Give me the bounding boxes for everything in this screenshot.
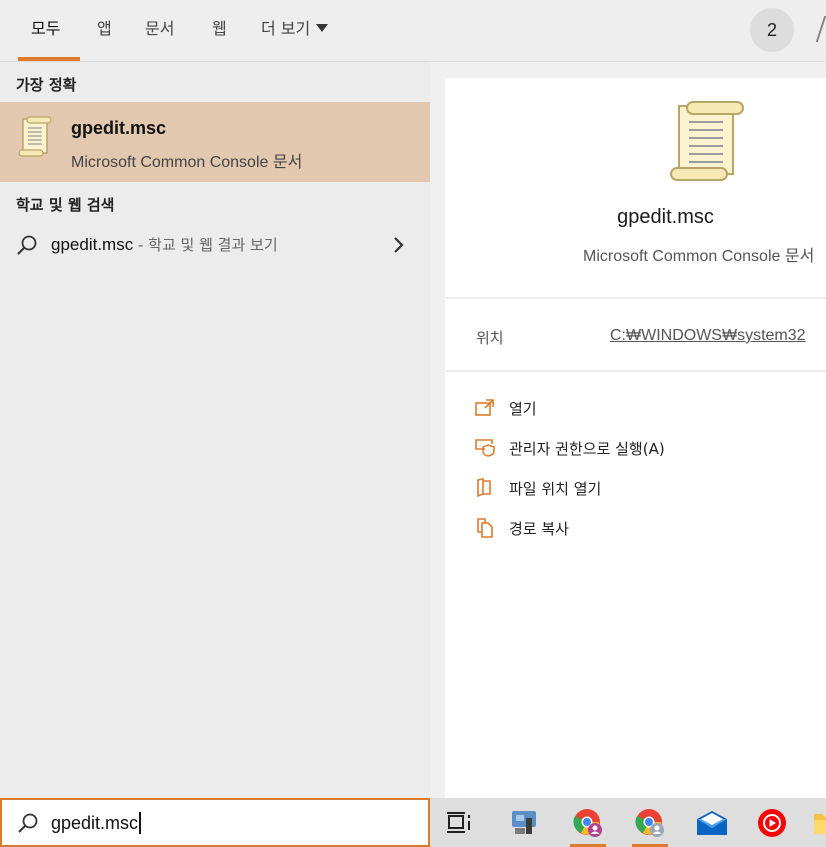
profile-icon[interactable] xyxy=(815,16,826,42)
chrome-icon xyxy=(635,808,664,837)
taskbar-chrome-1[interactable] xyxy=(564,798,612,847)
network-app-icon xyxy=(512,810,536,834)
console-document-icon xyxy=(17,116,53,163)
best-match-subtitle: Microsoft Common Console 문서 xyxy=(71,154,303,171)
search-icon xyxy=(17,812,39,839)
folder-icon xyxy=(814,813,826,834)
location-link[interactable]: C:₩WINDOWS₩system32 xyxy=(610,327,806,345)
best-match-item[interactable]: gpedit.msc Microsoft Common Console 문서 xyxy=(0,102,430,182)
chrome-icon xyxy=(573,808,602,837)
taskbar-youtube-music[interactable] xyxy=(748,798,796,847)
tab-apps[interactable]: 앱 xyxy=(97,17,112,41)
action-run-as-admin[interactable]: 관리자 권한으로 실행(A) xyxy=(475,436,665,460)
filter-bar: 모두 앱 문서 웹 더 보기 2 xyxy=(0,0,826,62)
divider xyxy=(445,370,826,372)
task-view-button[interactable] xyxy=(436,798,484,847)
tab-documents[interactable]: 문서 xyxy=(145,17,174,41)
taskbar xyxy=(430,798,826,847)
taskbar-network-app[interactable] xyxy=(500,798,548,847)
open-file-location-icon xyxy=(477,478,491,498)
copy-path-icon xyxy=(477,518,493,538)
action-copy-path[interactable]: 경로 복사 xyxy=(475,516,569,540)
web-search-label: gpedit.msc - 학교 및 웹 결과 보기 xyxy=(51,235,278,254)
rewards-badge[interactable]: 2 xyxy=(750,8,794,52)
chevron-right-icon[interactable] xyxy=(392,236,406,259)
tab-all[interactable]: 모두 xyxy=(31,17,60,41)
web-search-heading: 학교 및 웹 검색 xyxy=(16,196,115,214)
active-tab-indicator xyxy=(18,57,80,61)
youtube-music-icon xyxy=(758,808,786,837)
caret-down-icon xyxy=(316,24,329,32)
preview-title: gpedit.msc xyxy=(617,206,714,228)
taskbar-mail[interactable] xyxy=(688,798,736,847)
tab-web[interactable]: 웹 xyxy=(212,17,227,41)
run-as-admin-icon xyxy=(475,439,495,457)
best-match-title: gpedit.msc xyxy=(71,118,167,138)
action-open-file-location[interactable]: 파일 위치 열기 xyxy=(475,476,601,500)
search-box[interactable]: gpedit.msc xyxy=(0,798,430,847)
open-icon xyxy=(475,399,494,416)
preview-subtitle: Microsoft Common Console 문서 xyxy=(583,248,815,265)
taskbar-file-explorer[interactable] xyxy=(802,798,826,847)
web-search-item[interactable]: gpedit.msc - 학교 및 웹 결과 보기 xyxy=(0,222,430,268)
taskbar-chrome-2[interactable] xyxy=(626,798,674,847)
divider xyxy=(445,297,826,299)
task-view-icon xyxy=(447,811,470,833)
action-open[interactable]: 열기 xyxy=(475,396,537,420)
preview-panel: gpedit.msc Microsoft Common Console 문서 위… xyxy=(445,78,826,798)
mail-icon xyxy=(697,810,727,835)
location-label: 위치 xyxy=(476,329,504,347)
results-panel: 가장 정확 gpedit.msc Microsoft Common Consol… xyxy=(0,62,430,798)
tab-more[interactable]: 더 보기 xyxy=(261,17,329,41)
best-match-heading: 가장 정확 xyxy=(16,76,77,94)
search-input[interactable]: gpedit.msc xyxy=(51,812,142,834)
console-document-icon xyxy=(667,100,747,189)
search-icon xyxy=(16,234,38,261)
